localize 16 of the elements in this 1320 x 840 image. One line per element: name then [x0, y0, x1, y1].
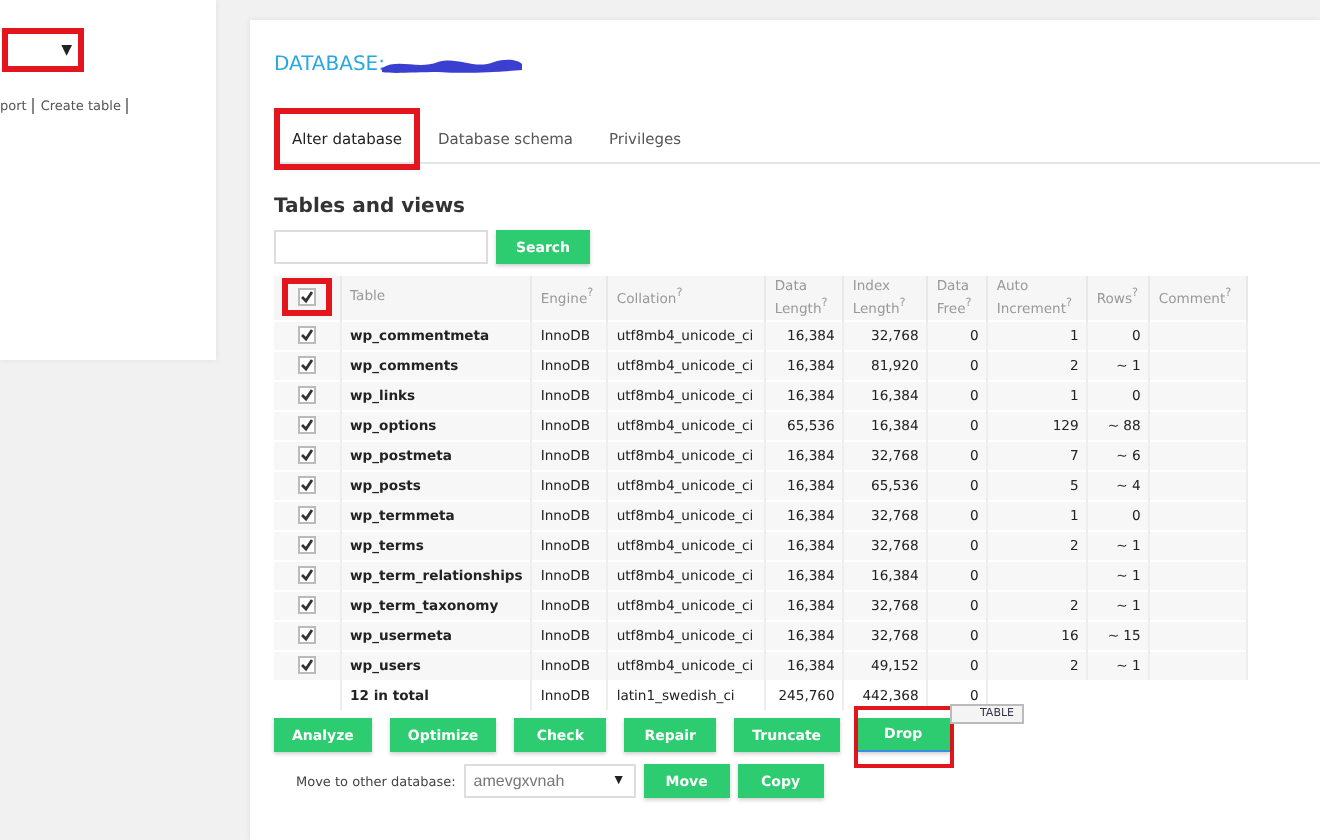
row-checkbox[interactable] — [298, 416, 316, 434]
row-checkbox[interactable] — [298, 656, 316, 674]
row-checkbox[interactable] — [298, 446, 316, 464]
row-checkbox[interactable] — [298, 326, 316, 344]
row-checkbox[interactable] — [298, 356, 316, 374]
row-checkbox[interactable] — [298, 386, 316, 404]
search-field[interactable] — [274, 230, 488, 264]
row-checkbox[interactable] — [298, 596, 316, 614]
row-checkbox[interactable] — [298, 506, 316, 524]
section-heading: Tables and views — [274, 194, 468, 222]
row-checkbox[interactable] — [298, 626, 316, 644]
row-checkbox[interactable] — [298, 566, 316, 584]
row-checkbox[interactable] — [298, 476, 316, 494]
row-checkbox[interactable] — [298, 536, 316, 554]
database-title: DATABASE: — [274, 53, 385, 75]
select-all-checkbox[interactable] — [298, 288, 316, 307]
